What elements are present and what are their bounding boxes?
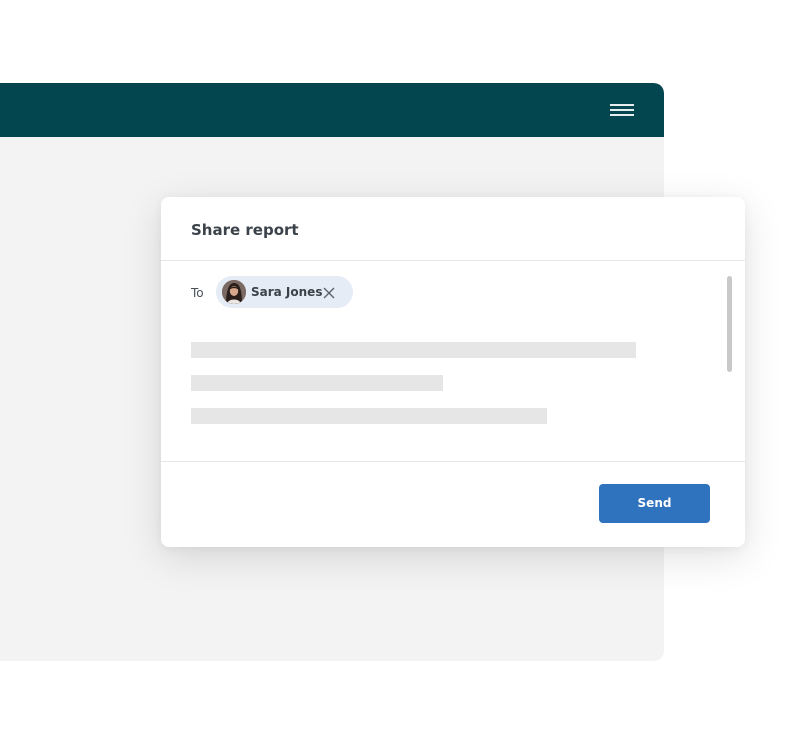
to-label: To (191, 286, 204, 300)
send-button[interactable]: Send (599, 484, 710, 523)
menu-line (610, 114, 634, 116)
skeleton-line (191, 342, 636, 358)
close-icon[interactable] (322, 285, 336, 299)
menu-line (610, 104, 634, 106)
recipient-chip[interactable]: Sara Jones (216, 276, 353, 308)
dialog-title: Share report (191, 221, 299, 239)
user-avatar (222, 280, 246, 304)
share-report-dialog: Share report To Sara Jones Send (161, 197, 745, 547)
header-divider (161, 260, 745, 261)
stage: Share report To Sara Jones Send (0, 0, 800, 744)
menu-line (610, 109, 634, 111)
skeleton-line (191, 408, 547, 424)
app-header (0, 83, 664, 137)
hamburger-menu-icon[interactable] (610, 103, 634, 117)
scrollbar[interactable] (727, 276, 732, 372)
skeleton-line (191, 375, 443, 391)
footer-divider (161, 461, 745, 462)
recipient-name: Sara Jones (251, 285, 323, 299)
